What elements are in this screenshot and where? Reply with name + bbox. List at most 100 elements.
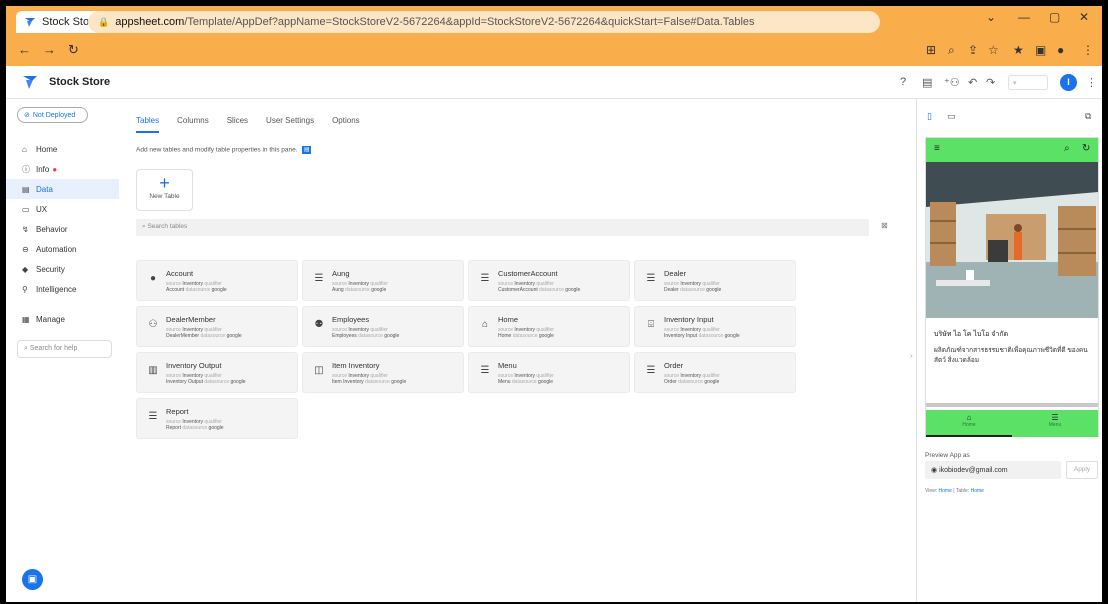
sidebar-item-automation[interactable]: ⊖ Automation [6, 239, 119, 259]
deploy-status-chip[interactable]: ⊘ Not Deployed [17, 107, 88, 123]
close-window-icon[interactable]: ✕ [1079, 10, 1089, 24]
sidebar-item-intelligence[interactable]: ⚲ Intelligence [6, 279, 119, 299]
data-icon: ▤ [22, 184, 30, 194]
table-name: Report [166, 407, 189, 416]
profile-icon[interactable]: ● [1057, 43, 1064, 57]
table-meta: source Inventory qualifier Home datasourc… [498, 327, 554, 339]
filter-icon[interactable]: ⊠ [881, 221, 888, 230]
browser-menu-icon[interactable]: ⋮ [1082, 43, 1094, 57]
account-icon: ◉ [931, 467, 940, 474]
zoom-icon[interactable]: ⌕ [948, 43, 955, 58]
add-user-icon[interactable]: ⁺⚇ [944, 76, 960, 89]
people-icon: ⚇ [148, 319, 158, 330]
search-icon[interactable]: ⌕ [1064, 143, 1070, 154]
chevron-right-icon[interactable]: › [910, 351, 913, 360]
sidepanel-icon[interactable]: ▣ [1035, 43, 1046, 57]
apply-button[interactable]: Apply [1066, 461, 1098, 479]
table-card[interactable]: ◫ Item Inventory source Inventory qualifie… [302, 352, 464, 393]
table-name: Order [664, 361, 684, 370]
view-link[interactable]: Home [939, 488, 952, 494]
list-icon: ☰ [646, 365, 656, 376]
search-help-input[interactable]: ⌕ Search for help [17, 340, 112, 358]
table-card[interactable]: ⚇ DealerMember source Inventory qualifier D… [136, 306, 298, 347]
forward-icon[interactable]: → [43, 42, 56, 57]
appsheet-logo-icon [25, 18, 35, 27]
sidebar-item-data[interactable]: ▤ Data [6, 179, 119, 199]
undo-icon[interactable]: ↶ [968, 76, 977, 89]
sidebar-item-label: Behavior [36, 224, 68, 234]
table-card[interactable]: ☰ Order source Inventory qualifier Order da… [634, 352, 796, 393]
new-table-button[interactable]: + New Table [136, 169, 193, 211]
table-card[interactable]: ▥ Inventory Output source Inventory qualif… [136, 352, 298, 393]
tab-slices[interactable]: Slices [227, 116, 248, 133]
open-external-icon[interactable]: ⧉ [1085, 111, 1091, 122]
table-link[interactable]: Home [971, 488, 984, 494]
deploy-status-label: Not Deployed [32, 111, 76, 119]
chat-button[interactable]: ▣ [22, 569, 43, 590]
table-name: Home [498, 315, 519, 324]
app-menu-icon[interactable]: ⋮ [1086, 76, 1097, 89]
url-path: /Template/AppDef?appName=StockStoreV2-56… [184, 16, 755, 28]
table-card[interactable]: ☰ CustomerAccount source Inventory qualifi… [468, 260, 630, 301]
sidebar-item-info[interactable]: ⓘ Info ● [6, 159, 119, 179]
company-description: ผลิตภัณฑ์จากสารธรรมชาติเพื่อคุณภาพชีวิตท… [934, 347, 1088, 364]
sidebar-item-security[interactable]: ◆ Security [6, 259, 119, 279]
table-card[interactable]: ⌂ Home source Inventory qualifier Home data… [468, 306, 630, 347]
redo-icon[interactable]: ↷ [986, 76, 995, 89]
phone-app-bar: ≡ ⌕ ↻ [926, 138, 1098, 162]
sidebar: ⊘ Not Deployed ⌂ Home ⓘ Info ● ▤ Data ▭ UX ↯ B… [6, 99, 119, 602]
table-meta: source Inventory qualifier DealerMember d… [166, 327, 242, 339]
chevron-down-icon[interactable]: ⌄ [986, 10, 996, 24]
phone-nav-menu[interactable]: ☰ Menu [1012, 410, 1098, 437]
table-card[interactable]: ⚉ Employees source Inventory qualifier Empl… [302, 306, 464, 347]
table-card[interactable]: ☰ Menu source Inventory qualifier Menu data… [468, 352, 630, 393]
address-bar[interactable]: 🔒 appsheet.com/Template/AppDef?appName=S… [88, 11, 880, 33]
app-name[interactable]: Stock Store [49, 76, 110, 88]
phone-nav-home[interactable]: ⌂ Home [926, 410, 1012, 437]
tab-tables[interactable]: Tables [136, 116, 160, 133]
browser-window: Stock Store - AppSheet ✕ + ⌄ — ▢ ✕ ← → ↻… [6, 6, 1102, 602]
back-icon[interactable]: ← [18, 42, 31, 57]
translate-icon[interactable]: ⊞ [926, 43, 936, 57]
info-text: Add new tables and modify table properti… [136, 146, 298, 154]
table-card[interactable]: ● Account source Inventory qualifier Accoun… [136, 260, 298, 301]
table-label: Table: [955, 488, 970, 494]
sidebar-item-home[interactable]: ⌂ Home [6, 139, 119, 159]
help-icon[interactable]: ? [900, 76, 906, 88]
extensions-icon[interactable]: ★ [1013, 43, 1024, 57]
reload-icon[interactable]: ↻ [68, 42, 79, 58]
tab-columns[interactable]: Columns [177, 116, 209, 133]
sidebar-item-ux[interactable]: ▭ UX [6, 199, 119, 219]
tablet-view-icon[interactable]: ▭ [947, 111, 956, 122]
table-meta: source Inventory qualifier Dealer datasou… [664, 281, 722, 293]
list-icon: ☰ [314, 273, 324, 284]
preview-email-input[interactable]: ◉ ikobiodev@gmail.com [925, 461, 1061, 479]
share-icon[interactable]: ⇪ [968, 43, 978, 57]
table-card[interactable]: ☰ Aung source Inventory qualifier Aung data… [302, 260, 464, 301]
ux-icon: ▭ [22, 204, 30, 214]
version-select[interactable]: ▾ [1008, 75, 1048, 90]
user-avatar[interactable]: I [1060, 74, 1077, 91]
home-icon: ⌂ [22, 144, 27, 154]
docs-icon[interactable]: ▤ [922, 76, 932, 89]
minimize-icon[interactable]: — [1018, 10, 1030, 24]
tab-options[interactable]: Options [332, 116, 360, 133]
sidebar-item-label: Manage [36, 314, 65, 324]
table-card[interactable]: ☰ Dealer source Inventory qualifier Dealer … [634, 260, 796, 301]
menu-icon[interactable]: ≡ [934, 143, 940, 154]
phone-preview: ≡ ⌕ ↻ บริษัท ไอ โค ไบโอ จำกัด ผลิตภัณฑ์จ… [925, 137, 1099, 437]
bookmark-star-icon[interactable]: ☆ [988, 43, 999, 57]
mobile-view-icon[interactable]: ▯ [927, 111, 932, 122]
table-name: DealerMember [166, 315, 216, 324]
table-name: Employees [332, 315, 370, 324]
tab-user-settings[interactable]: User Settings [266, 116, 314, 133]
restore-icon[interactable]: ▢ [1049, 10, 1060, 24]
book-icon[interactable]: ▤ [302, 146, 312, 154]
sidebar-item-manage[interactable]: ▦ Manage [6, 309, 119, 329]
table-card[interactable]: ⌹ Inventory Input source Inventory qualifi… [634, 306, 796, 347]
search-tables-input[interactable]: ⌕ Search tables [136, 219, 869, 236]
refresh-icon[interactable]: ↻ [1082, 143, 1090, 154]
sidebar-item-behavior[interactable]: ↯ Behavior [6, 219, 119, 239]
table-meta: source Inventory qualifier CustomerAccoun… [498, 281, 581, 293]
table-card[interactable]: ☰ Report source Inventory qualifier Report … [136, 398, 298, 439]
